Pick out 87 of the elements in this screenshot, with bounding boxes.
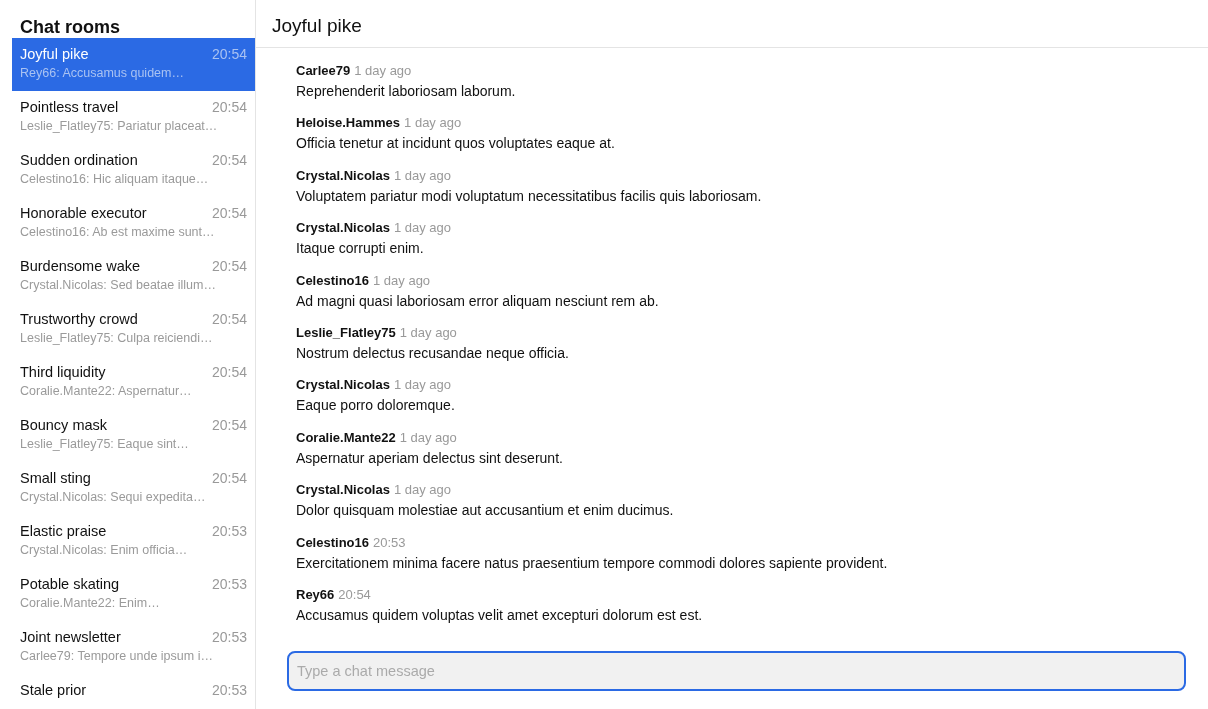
message-author: Rey66 [296, 586, 335, 602]
room-preview: Crystal.Nicolas: Sequi expedita… [20, 490, 207, 504]
message-author: Carlee79 [296, 63, 351, 78]
room-time: 20:54 [211, 364, 247, 380]
chat-room-item[interactable]: Potable skating 20:53 Coralie.Mante22: Enim… [12, 568, 255, 621]
room-time: 20:54 [211, 470, 247, 486]
chat-room-item[interactable]: Burdensome wake 20:54 Crystal.Nicolas: Sed beatae illum… [12, 250, 255, 303]
message-author: Crystal.Nicolas [296, 167, 390, 183]
message-time: 1 day ago [399, 429, 457, 445]
chat-room-item[interactable]: Stale prior 20:53 [12, 674, 255, 709]
room-preview: Celestino16: Hic aliquam itaque… [20, 172, 210, 186]
chat-title: Joyful pike [256, 0, 1208, 48]
message-author: Celestino16 [296, 534, 369, 550]
chat-room-item[interactable]: Elastic praise 20:53 Crystal.Nicolas: Enim officia… [12, 515, 255, 568]
message-time: 1 day ago [373, 272, 431, 288]
room-time: 20:54 [211, 258, 247, 274]
room-time: 20:54 [211, 311, 247, 327]
room-preview: Coralie.Mante22: Enim… [20, 596, 161, 610]
room-name: Burdensome wake [20, 258, 141, 274]
room-time: 20:53 [211, 523, 247, 539]
message-time: 20:54 [338, 586, 371, 602]
room-name: Stale prior [20, 682, 87, 698]
message-author: Crystal.Nicolas [296, 220, 390, 236]
room-time: 20:54 [211, 417, 247, 433]
room-time: 20:53 [211, 576, 247, 592]
message-text: Ad magni quasi laboriosam error aliquam nesciunt rem ab. [296, 292, 660, 309]
room-name: Potable skating [20, 576, 120, 592]
room-preview: Celestino16: Ab est maxime sunt… [20, 225, 216, 239]
message-time: 1 day ago [393, 377, 452, 393]
chat-room-item[interactable]: Joyful pike 20:54 Rey66: Accusamus quidem… [12, 38, 255, 91]
room-time: 20:54 [211, 99, 247, 115]
message-time: 1 day ago [393, 482, 452, 498]
room-name: Third liquidity [20, 364, 106, 380]
room-time: 20:54 [211, 205, 247, 221]
room-preview: Carlee79: Tempore unde ipsum i… [20, 649, 214, 663]
chat-room-item[interactable]: Joint newsletter 20:53 Carlee79: Tempore unde ipsum i… [12, 621, 255, 674]
room-name: Elastic praise [20, 523, 107, 539]
message-text: Eaque porro doloremque. [296, 397, 456, 414]
room-preview: Leslie_Flatley75: Pariatur placeat… [20, 119, 219, 133]
room-name: Bouncy mask [20, 417, 108, 433]
room-preview: Rey66: Accusamus quidem… [20, 66, 185, 80]
message-author: Leslie_Flatley75 [296, 324, 396, 340]
room-name: Sudden ordination [20, 152, 138, 168]
room-time: 20:54 [211, 46, 247, 62]
message-author: Heloise.Hammes [296, 115, 401, 131]
message-text: Nostrum delectus recusandae neque officia. [296, 344, 570, 361]
room-time: 20:53 [211, 629, 247, 645]
room-name: Small sting [20, 470, 91, 486]
room-preview: Crystal.Nicolas: Enim officia… [20, 543, 189, 557]
room-name: Honorable executor [20, 205, 147, 221]
room-preview: Leslie_Flatley75: Eaque sint… [20, 437, 190, 451]
message-time: 1 day ago [404, 115, 462, 131]
chat-room-item[interactable]: Pointless travel 20:54 Leslie_Flatley75: Pariatur placeat… [12, 91, 255, 144]
message-input[interactable]: Type a chat message [287, 651, 1186, 691]
message-author: Crystal.Nicolas [296, 377, 390, 393]
message-text: Accusamus quidem voluptas velit amet excepturi dolorum est est. [296, 606, 704, 623]
message-time: 1 day ago [393, 167, 452, 183]
room-time: 20:54 [211, 152, 247, 168]
chat-room-item[interactable]: Sudden ordination 20:54 Celestino16: Hic aliquam itaque… [12, 144, 255, 197]
message-author: Celestino16 [296, 272, 369, 288]
message-text: Voluptatem pariatur modi voluptatum necessitatibus facilis quis laboriosam. [296, 187, 763, 204]
chat-room-item[interactable]: Bouncy mask 20:54 Leslie_Flatley75: Eaque sint… [12, 409, 255, 462]
room-preview: Coralie.Mante22: Aspernatur… [20, 384, 193, 398]
message-time: 1 day ago [354, 63, 412, 78]
chat-room-item[interactable]: Small sting 20:54 Crystal.Nicolas: Sequi expedita… [12, 462, 255, 515]
message-text: Aspernatur aperiam delectus sint deserunt. [296, 449, 564, 466]
message-time: 1 day ago [393, 220, 452, 236]
room-name: Joint newsletter [20, 629, 121, 645]
message-text: Dolor quisquam molestiae aut accusantium et enim ducimus. [296, 502, 675, 519]
chat-room-item[interactable]: Trustworthy crowd 20:54 Leslie_Flatley75: Culpa reiciendi… [12, 303, 255, 356]
chat-room-item[interactable]: Third liquidity 20:54 Coralie.Mante22: Aspernatur… [12, 356, 255, 409]
message-time: 20:53 [373, 534, 406, 550]
message-text: Itaque corrupti enim. [296, 240, 425, 257]
room-preview: Leslie_Flatley75: Culpa reiciendi… [20, 331, 214, 345]
room-name: Joyful pike [20, 46, 89, 62]
message-author: Coralie.Mante22 [296, 429, 396, 445]
message-text: Reprehenderit laboriosam laborum. [296, 83, 517, 99]
message-text: Exercitationem minima facere natus praesentium tempore commodi dolores sapiente provident. [296, 554, 889, 571]
room-preview: Crystal.Nicolas: Sed beatae illum… [20, 278, 217, 292]
chat-room-item[interactable]: Honorable executor 20:54 Celestino16: Ab est maxime sunt… [12, 197, 255, 250]
room-time: 20:53 [211, 682, 247, 698]
message-text: Officia tenetur at incidunt quos voluptates eaque at. [296, 135, 616, 152]
room-name: Pointless travel [20, 99, 119, 115]
message-time: 1 day ago [399, 324, 457, 340]
sidebar-title: Chat rooms [19, 16, 121, 38]
room-name: Trustworthy crowd [20, 311, 138, 327]
message-author: Crystal.Nicolas [296, 482, 390, 498]
